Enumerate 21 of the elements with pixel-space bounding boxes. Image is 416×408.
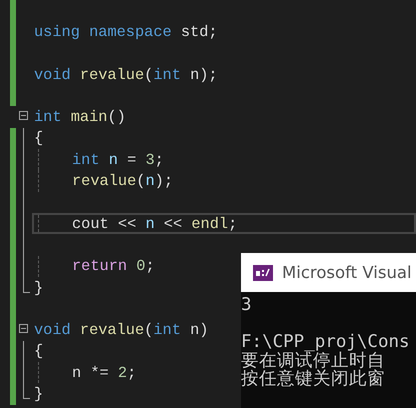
code-line: void revalue(int n) xyxy=(34,321,208,340)
collapse-icon[interactable] xyxy=(19,111,28,120)
window-title: Microsoft Visual xyxy=(282,263,412,282)
code-line: { xyxy=(34,129,44,148)
console-line: F:\CPP_proj\Cons xyxy=(241,333,411,352)
code-line: int main() xyxy=(34,108,126,126)
code-line: void revalue(int n); xyxy=(34,66,218,84)
code-line: return 0; xyxy=(72,257,155,276)
console-line: 按任意键关闭此窗 xyxy=(241,370,386,388)
code-line: cout << n << endl; xyxy=(72,214,238,233)
code-line: int n = 3; xyxy=(72,150,164,169)
code-line: } xyxy=(34,384,44,403)
console-line: 要在调试停止时自 xyxy=(241,352,385,370)
console-line: 3 xyxy=(241,296,253,314)
code-line: using namespace std; xyxy=(34,22,218,41)
console-icon xyxy=(253,264,273,280)
collapse-icon[interactable] xyxy=(19,324,28,334)
code-line: n *= 2; xyxy=(72,364,136,382)
code-line: { xyxy=(34,342,44,360)
code-line: } xyxy=(34,278,44,296)
code-line: revalue(n); xyxy=(72,172,173,190)
